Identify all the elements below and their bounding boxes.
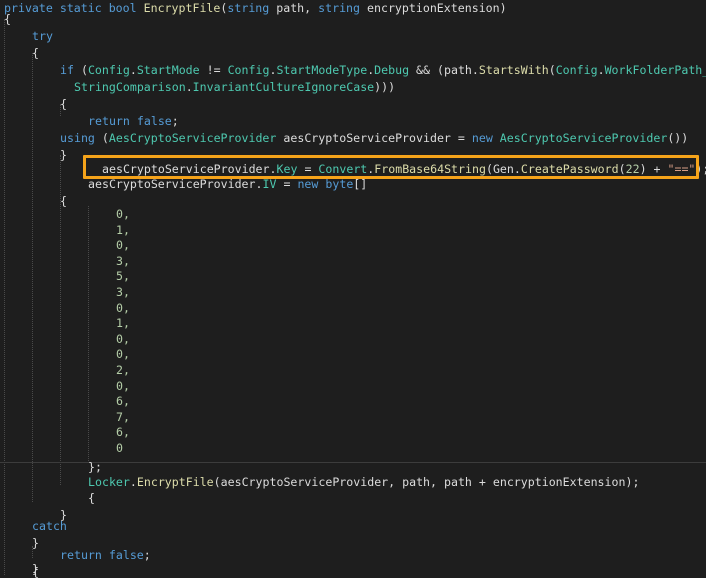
code-line-byte: 0: [116, 441, 123, 455]
code-token: aesCryptoServiceProvider =: [276, 131, 472, 145]
code-token: .: [185, 80, 193, 94]
code-token: ()): [667, 131, 689, 145]
code-line-byte: 3,: [116, 285, 130, 299]
code-token: .: [129, 475, 137, 489]
code-line-byte: 0,: [116, 207, 130, 221]
code-line-catch: catch: [32, 518, 67, 535]
code-line-byte: 0,: [116, 331, 130, 346]
code-line-byte: 2,: [116, 363, 130, 377]
code-token: path,: [269, 1, 319, 15]
code-line-brace: }: [60, 148, 67, 162]
code-token: AesCryptoServiceProvider: [108, 131, 277, 145]
code-token: Config: [87, 63, 130, 77]
code-token: if: [60, 63, 74, 77]
code-line-byte: 6,: [116, 425, 130, 440]
code-line-method-signature: private static bool EncryptFile(string p…: [4, 0, 507, 17]
code-token: =: [276, 177, 298, 191]
code-line-return: return false;: [88, 113, 179, 130]
code-token: []: [353, 177, 368, 191]
code-line-using: using (AesCryptoServiceProvider aesCrypt…: [60, 130, 688, 147]
code-token: IV: [262, 177, 277, 191]
code-token: StringComparison: [74, 80, 186, 94]
code-token: WorkFolderPath_: [604, 63, 706, 77]
code-token: return: [60, 548, 102, 562]
code-token: Locker: [88, 475, 130, 489]
code-line-byte: 6,: [116, 394, 130, 409]
code-line-byte: 5,: [116, 269, 130, 284]
code-line-brace: {: [4, 12, 11, 26]
code-line-try: try: [32, 28, 53, 45]
code-token: aesCryptoServiceProvider.: [88, 177, 263, 191]
code-token: string: [318, 1, 361, 15]
code-token: try: [32, 29, 53, 43]
code-token: StartMode: [136, 63, 200, 77]
code-editor[interactable]: private static bool EncryptFile ( string p…: [0, 0, 706, 578]
code-line-byte: 1,: [116, 316, 130, 331]
code-token: (: [73, 63, 88, 77]
code-token: AesCryptoServiceProvider: [499, 131, 668, 145]
code-line-byte: 1,: [116, 222, 130, 237]
code-line-byte: 0,: [116, 300, 130, 315]
code-token: .: [129, 63, 137, 77]
code-line-brace: {: [60, 97, 67, 111]
code-token: Config: [555, 63, 598, 77]
code-token: EncryptFile: [143, 1, 221, 15]
code-line-brace: {: [88, 491, 95, 505]
code-token: ;: [171, 114, 179, 128]
code-line-byte: 0,: [116, 378, 130, 393]
code-token: (: [548, 63, 556, 77]
code-token: EncryptFile: [136, 475, 214, 489]
indent-guide: [88, 206, 89, 461]
code-token: private static bool: [4, 1, 144, 15]
code-line-brace: }: [32, 562, 39, 576]
code-line-brace: }: [32, 536, 39, 550]
highlight-box: [83, 155, 699, 179]
code-token: false: [108, 548, 144, 562]
code-line-byte: 0,: [116, 347, 130, 362]
code-token: .: [597, 63, 605, 77]
code-token: ))): [374, 80, 396, 94]
indent-guide: [4, 19, 5, 575]
code-token: StartModeType: [276, 63, 368, 77]
code-token: Config: [227, 63, 270, 77]
code-token: byte: [325, 177, 354, 191]
code-line-brace: {: [32, 46, 39, 60]
code-token: && (path.: [409, 63, 479, 77]
code-line-if: if (Config.StartMode != Config.StartMode…: [60, 62, 706, 79]
code-token: ;: [143, 548, 151, 562]
code-token: InvariantCultureIgnoreCase: [192, 80, 375, 94]
code-token: using: [60, 131, 95, 145]
code-token: StartsWith: [478, 63, 549, 77]
code-token: new: [471, 131, 493, 145]
code-line-byte: 0,: [116, 238, 130, 253]
code-line-return: return false;: [60, 547, 151, 564]
code-line-if-continuation: StringComparison.InvariantCultureIgnoreC…: [74, 79, 395, 96]
code-token: return: [88, 114, 130, 128]
code-token: (: [94, 131, 109, 145]
code-token: (aesCryptoServiceProvider, path, path + …: [213, 475, 640, 489]
current-line-indicator: [0, 462, 706, 463]
code-token: catch: [32, 519, 67, 533]
code-line-brace: {: [60, 194, 67, 208]
code-token: encryptionExtension): [360, 1, 507, 15]
code-token: new: [297, 177, 319, 191]
code-token: string: [227, 1, 270, 15]
code-line-byte: 3,: [116, 253, 130, 268]
code-line-byte: 7,: [116, 409, 130, 424]
code-token: Debug: [374, 63, 410, 77]
indent-guide: [32, 53, 33, 502]
code-token: false: [136, 114, 172, 128]
code-token: !=: [199, 63, 228, 77]
code-line-locker-call: Locker.EncryptFile(aesCryptoServiceProvi…: [88, 474, 639, 491]
